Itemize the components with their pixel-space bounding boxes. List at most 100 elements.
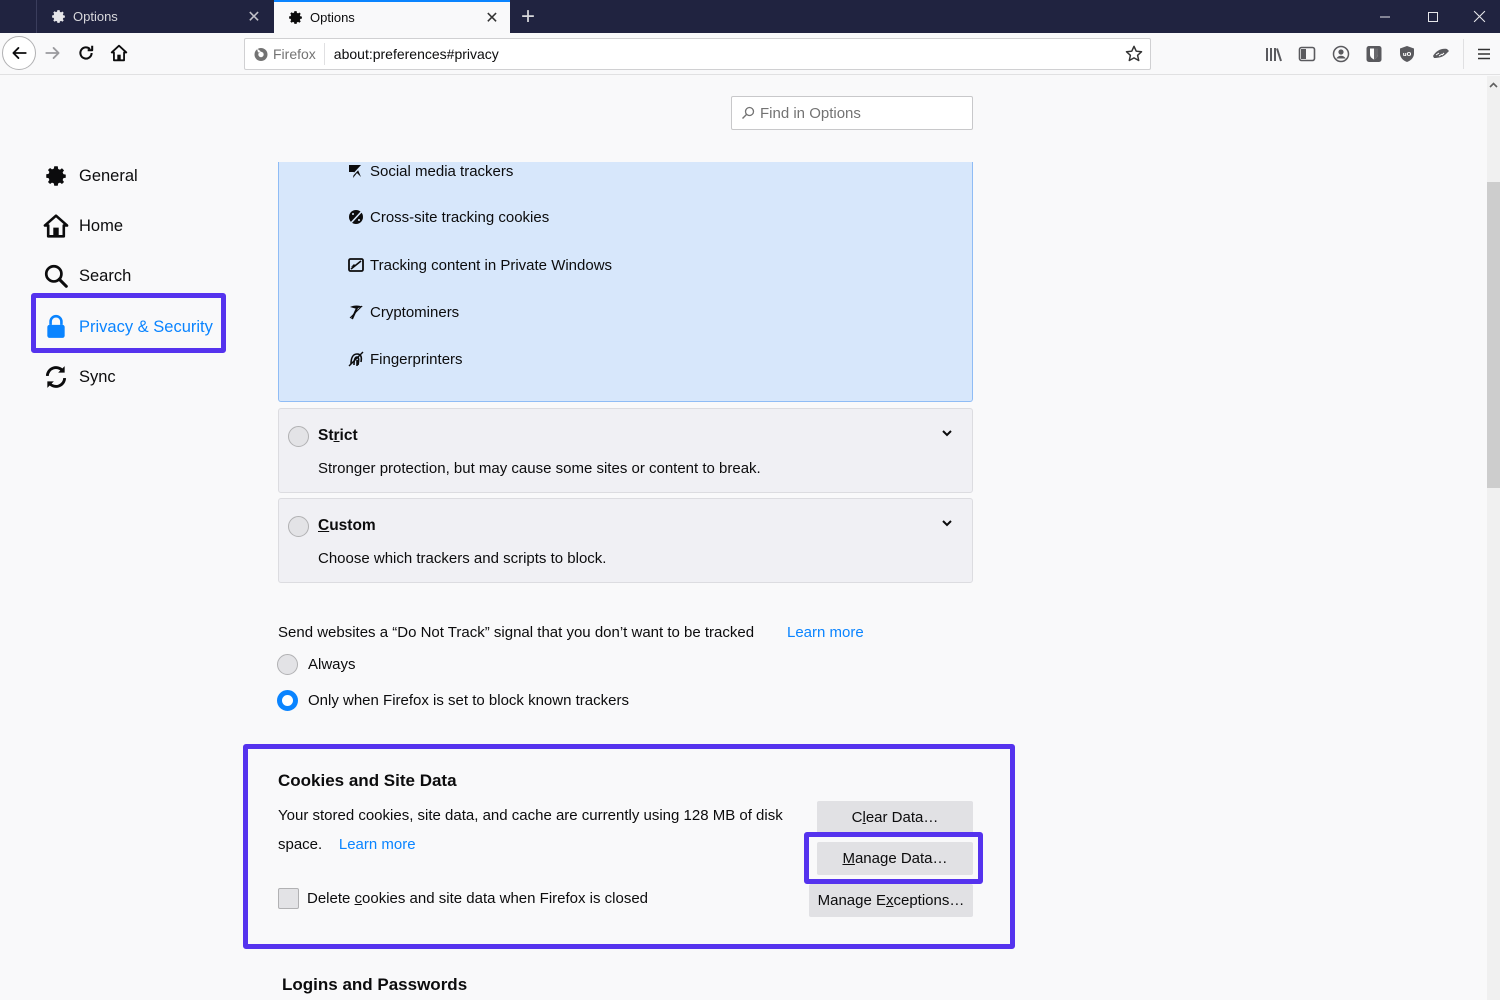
sidebar-item-general[interactable]: General [42, 156, 138, 196]
menu-icon [1478, 48, 1490, 60]
blocked-item-social-trackers: Social media trackers [347, 162, 513, 180]
close-tab-icon[interactable]: ✕ [242, 5, 266, 29]
cookies-learn-more-link[interactable]: Learn more [339, 836, 416, 853]
identity-box[interactable]: Firefox [245, 43, 325, 65]
sync-icon [42, 363, 70, 391]
tab-options-1[interactable]: Options ✕ [36, 0, 272, 33]
dnt-only-when-label: Only when Firefox is set to block known … [308, 692, 629, 709]
star-icon [1125, 45, 1143, 62]
account-icon [1332, 45, 1350, 63]
sidebar-item-home[interactable]: Home [42, 206, 123, 246]
minimize-icon [1380, 16, 1390, 17]
annotation-highlight-manage-data [804, 832, 983, 884]
strict-title: Strict [318, 427, 358, 444]
ublock-origin-icon: uO [1400, 46, 1414, 62]
toolbar-separator [1463, 39, 1464, 69]
home-icon [110, 44, 128, 62]
url-bar[interactable]: Firefox about:preferences#privacy [244, 38, 1151, 70]
blocked-item-fingerprinters: Fingerprinters [347, 350, 463, 368]
close-tab-icon[interactable]: ✕ [480, 6, 504, 30]
cookie-blocked-icon [347, 208, 365, 226]
url-text[interactable]: about:preferences#privacy [325, 46, 1118, 62]
dnt-always-label: Always [308, 656, 356, 673]
tab-title: Options [310, 10, 355, 25]
minimize-button[interactable] [1362, 0, 1408, 33]
extension-button[interactable] [1428, 41, 1454, 67]
do-not-track-learn-more-link[interactable]: Learn more [787, 624, 864, 641]
gear-icon [49, 8, 67, 26]
maximize-button[interactable] [1410, 0, 1456, 33]
sidebar-button[interactable] [1294, 41, 1320, 67]
reload-button[interactable] [70, 37, 102, 69]
find-in-options-input[interactable] [760, 104, 960, 122]
bitwarden-button[interactable] [1361, 41, 1387, 67]
bookmark-star-button[interactable] [1118, 39, 1150, 69]
preferences-content: General Home Search Privacy & Security S… [0, 76, 1487, 1000]
back-button[interactable] [2, 36, 36, 70]
dnt-option-only-when-blocking[interactable]: Only when Firefox is set to block known … [277, 690, 629, 711]
reload-icon [79, 45, 94, 60]
logins-section-title: Logins and Passwords [282, 975, 468, 994]
ublock-origin-button[interactable]: uO [1394, 41, 1420, 67]
firefox-identity-icon [254, 48, 268, 61]
scrollbar-thumb[interactable] [1487, 182, 1500, 488]
forward-arrow-icon [45, 47, 60, 59]
tab-options-2[interactable]: Options ✕ [274, 0, 510, 33]
custom-protection-card[interactable]: Custom Choose which trackers and scripts… [278, 498, 973, 583]
annotation-highlight-privacy [31, 293, 226, 353]
navigation-toolbar: Firefox about:preferences#privacy uO [0, 33, 1500, 75]
custom-title: Custom [318, 517, 376, 534]
fingerprinter-icon [347, 350, 365, 368]
home-icon [42, 212, 70, 240]
manage-exceptions-button[interactable]: Manage Ex ceptions… [809, 884, 973, 917]
scroll-up-arrow-icon[interactable] [1487, 76, 1500, 93]
chevron-down-icon[interactable] [940, 516, 954, 530]
new-tab-button[interactable]: + [512, 0, 544, 33]
forward-button[interactable] [37, 37, 69, 69]
tab-title: Options [73, 9, 118, 24]
sidebar-item-search[interactable]: Search [42, 256, 131, 296]
gear-icon [286, 9, 304, 27]
strict-description: Stronger protection, but may cause some … [318, 460, 761, 477]
sidebar-item-label: Sync [79, 367, 116, 386]
delete-cookies-checkbox[interactable] [278, 888, 299, 909]
delete-cookies-label: Delete cookies and site data when Firefo… [307, 890, 649, 907]
sidebar-item-label: Home [79, 216, 124, 235]
delete-cookies-on-close-option[interactable]: Delete cookies and site data when Firefo… [278, 888, 648, 909]
sidebar-item-label: General [79, 166, 138, 185]
dnt-option-always[interactable]: Always [277, 654, 356, 675]
blocked-item-tracking-content: Tracking content in Private Windows [347, 256, 612, 274]
sidebar-icon [1298, 46, 1316, 62]
gear-icon [42, 162, 70, 190]
strict-radio[interactable] [288, 426, 309, 447]
dnt-always-radio[interactable] [277, 654, 298, 675]
dnt-only-when-radio[interactable] [277, 690, 298, 711]
social-tracker-icon [347, 162, 365, 180]
extension-icon [1433, 48, 1449, 58]
chevron-down-icon[interactable] [940, 426, 954, 440]
app-menu-button[interactable] [1471, 41, 1497, 67]
maximize-icon [1428, 11, 1438, 22]
back-arrow-icon [12, 47, 27, 59]
sidebar-item-sync[interactable]: Sync [42, 357, 116, 397]
close-window-button[interactable] [1456, 0, 1500, 33]
library-button[interactable] [1261, 41, 1287, 67]
account-button[interactable] [1328, 41, 1354, 67]
custom-description: Choose which trackers and scripts to blo… [318, 550, 607, 567]
cryptominer-icon [347, 303, 365, 321]
custom-radio[interactable] [288, 516, 309, 537]
home-button[interactable] [103, 37, 135, 69]
blocked-item-cryptominers: Cryptominers [347, 303, 459, 321]
strict-protection-card[interactable]: Strict Stronger protection, but may caus… [278, 408, 973, 493]
standard-protection-panel: Social media trackers Cross-site trackin… [278, 162, 973, 402]
search-icon [741, 106, 755, 120]
cookies-section-title: Cookies and Site Data [278, 771, 457, 790]
search-icon [42, 262, 70, 290]
clear-data-button[interactable]: Cl ear Data… [817, 801, 973, 834]
page-scrollbar[interactable] [1487, 76, 1500, 1000]
find-in-options-field[interactable] [731, 96, 973, 130]
svg-text:uO: uO [1403, 52, 1412, 58]
do-not-track-label: Send websites a “Do Not Track” signal th… [278, 624, 755, 641]
blocked-item-cross-site-cookies: Cross-site tracking cookies [347, 208, 549, 226]
close-icon [1473, 10, 1485, 23]
